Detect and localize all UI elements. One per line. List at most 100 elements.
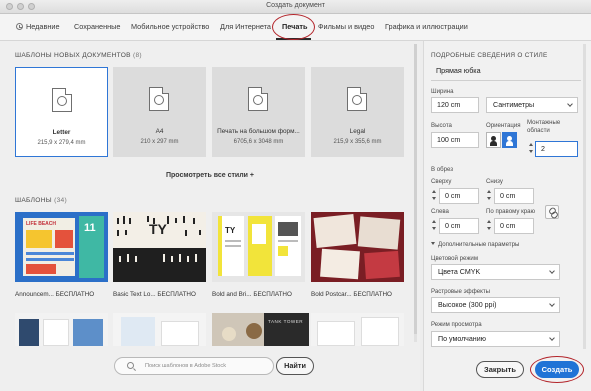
preset-name: A4 — [155, 128, 164, 135]
thumbnail-block — [43, 319, 69, 346]
bleed-top-stepper[interactable] — [431, 188, 437, 203]
raster-effects-select[interactable]: Высокое (300 ppi) — [431, 297, 560, 313]
template-name: Basic Text Lo... — [113, 291, 156, 298]
thumbnail-card — [320, 248, 360, 280]
width-field[interactable]: 120 cm — [431, 97, 479, 113]
bleed-right-field[interactable]: 0 cm — [494, 218, 534, 234]
bleed-bottom-stepper[interactable] — [486, 188, 492, 203]
bleed-right-label: По правому краю — [486, 208, 536, 215]
portrait-icon — [490, 136, 497, 146]
color-mode-select[interactable]: Цвета CMYK — [431, 264, 560, 280]
thumbnail-page-2 — [248, 216, 272, 276]
bleed-bottom-label: Снизу — [486, 178, 503, 185]
bleed-top-field[interactable]: 0 cm — [439, 188, 479, 204]
presets-scrollbar-thumb[interactable] — [414, 44, 417, 334]
document-icon — [347, 87, 367, 111]
bleed-left-stepper[interactable] — [431, 218, 437, 233]
tab-recent[interactable]: Недавние — [16, 22, 60, 31]
chevron-down-icon — [567, 101, 573, 107]
tab-web[interactable]: Для Интернета — [220, 22, 271, 31]
tab-saved[interactable]: Сохраненные — [74, 22, 120, 31]
advanced-options-toggle[interactable]: Дополнительные параметры — [431, 241, 519, 248]
raster-effects-label: Растровые эффекты — [431, 288, 490, 295]
template-thumbnail-basic-text[interactable]: TY — [113, 212, 206, 282]
stock-search-input[interactable]: Поиск шаблонов в Adobe Stock — [114, 357, 274, 375]
presets-heading-text: ШАБЛОНЫ НОВЫХ ДОКУМЕНТОВ — [15, 52, 131, 59]
bleed-bottom-field[interactable]: 0 cm — [494, 188, 534, 204]
template-thumbnail-row2-2[interactable] — [113, 313, 206, 346]
thumbnail-block — [278, 222, 298, 236]
tab-mobile[interactable]: Мобильное устройство — [131, 22, 209, 31]
preset-card-legal[interactable]: Legal 215,9 x 355,6 mm — [311, 67, 404, 157]
thumbnail-page: LIFE BEACH — [21, 216, 77, 278]
preset-size: 210 x 297 mm — [140, 139, 179, 145]
presets-count: (8) — [132, 52, 142, 59]
document-icon — [248, 87, 268, 111]
details-heading: ПОДРОБНЫЕ СВЕДЕНИЯ О СТИЛЕ — [431, 52, 548, 59]
landscape-icon — [506, 136, 513, 146]
search-placeholder: Поиск шаблонов в Adobe Stock — [145, 363, 227, 369]
document-icon — [52, 88, 72, 112]
disclosure-triangle-icon — [431, 242, 435, 245]
preview-mode-label: Режим просмотра — [431, 321, 482, 328]
template-thumbnail-announcement[interactable]: LIFE BEACH 11 — [15, 212, 108, 282]
thumbnail-page-3 — [275, 216, 301, 276]
height-field[interactable]: 100 cm — [431, 132, 479, 148]
bleed-top-label: Сверху — [431, 178, 452, 185]
preset-card-letter[interactable]: Letter 215,9 x 279,4 mm — [15, 67, 108, 157]
thumbnail-block — [121, 317, 155, 346]
template-thumbnail-row2-1[interactable] — [15, 313, 108, 346]
thumbnail-line — [26, 252, 74, 255]
thumbnail-block — [19, 319, 39, 346]
details-scrollbar[interactable] — [583, 44, 586, 349]
template-thumbnail-row2-4[interactable] — [311, 313, 404, 346]
annotation-circle-print-tab — [272, 14, 315, 40]
close-button[interactable]: Закрыть — [476, 361, 524, 378]
artboards-label: Монтажные области — [527, 119, 561, 134]
thumbnail-card — [364, 250, 400, 280]
bleed-right-stepper[interactable] — [486, 218, 492, 233]
thumbnail-line — [225, 240, 241, 242]
window-title: Создать документ — [266, 2, 325, 9]
thumbnail-block — [361, 317, 399, 346]
preset-size: 215,9 x 279,4 mm — [37, 140, 86, 146]
title-bar: Создать документ — [0, 0, 591, 14]
bleed-left-field[interactable]: 0 cm — [439, 218, 479, 234]
tab-film-video[interactable]: Фильмы и видео — [318, 22, 374, 31]
chevron-down-icon — [549, 301, 555, 307]
preset-card-a4[interactable]: A4 210 x 297 mm — [113, 67, 206, 157]
color-mode-label: Цветовой режим — [431, 255, 479, 262]
height-label: Высота — [431, 122, 452, 129]
preset-size: 215,9 x 355,6 mm — [333, 139, 382, 145]
thumbnail-line — [225, 245, 241, 247]
thumbnail-block — [161, 321, 199, 346]
template-label: Announcem... БЕСПЛАТНО — [15, 291, 108, 298]
template-name: Bold and Bri... — [212, 291, 252, 298]
bleed-left-label: Слева — [431, 208, 449, 215]
template-thumbnail-tank-tower[interactable]: TANK TOWER — [264, 313, 309, 346]
artboards-field[interactable]: 2 — [535, 141, 578, 157]
units-value: Сантиметры — [493, 101, 535, 109]
view-all-presets-link[interactable]: Просмотреть все стили + — [0, 172, 420, 179]
template-thumbnail-bold-postcard[interactable] — [311, 212, 404, 282]
tab-art-illustration[interactable]: Графика и иллюстрации — [385, 22, 468, 31]
thumbnail-text: TY — [225, 226, 236, 235]
orientation-label: Ориентация — [486, 122, 521, 129]
find-button[interactable]: Найти — [276, 357, 314, 375]
link-bleed-icon[interactable] — [545, 205, 559, 219]
preset-card-large-format[interactable]: Печать на большом форм... 6705,6 x 3048 … — [212, 67, 305, 157]
thumbnail-block — [278, 246, 288, 256]
artboards-stepper[interactable] — [528, 141, 534, 156]
portrait-orientation-button[interactable] — [486, 132, 501, 148]
clock-icon — [16, 23, 23, 30]
document-name-field[interactable]: Прямая юбка — [431, 63, 581, 79]
landscape-orientation-button[interactable] — [502, 132, 517, 148]
thumbnail-shape — [246, 323, 262, 339]
thumbnail-block — [252, 224, 266, 244]
preview-mode-select[interactable]: По умолчанию — [431, 331, 560, 347]
advanced-options-label: Дополнительные параметры — [438, 241, 520, 248]
template-thumbnail-bold-bright[interactable]: TY — [212, 212, 305, 282]
preset-name: Legal — [349, 128, 366, 135]
units-select[interactable]: Сантиметры — [486, 97, 578, 113]
chevron-down-icon — [549, 335, 555, 341]
